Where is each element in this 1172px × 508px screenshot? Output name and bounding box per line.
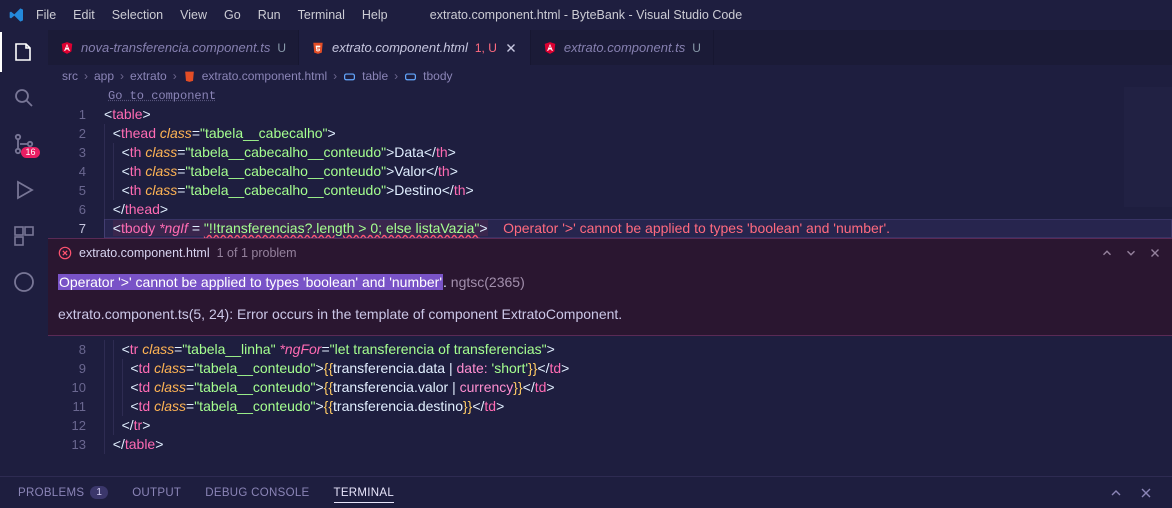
menu-run[interactable]: Run: [258, 8, 281, 22]
editor-tabs: nova-transferencia.component.ts U extrat…: [48, 30, 1172, 65]
minimap[interactable]: [1124, 87, 1172, 237]
html-icon: [311, 41, 325, 55]
panel-tabs: Problems 1 Output Debug Console Terminal: [0, 476, 1172, 508]
chevron-up-icon[interactable]: [1100, 246, 1114, 260]
close-icon[interactable]: [1148, 246, 1162, 260]
activity-bar: 16: [0, 30, 48, 476]
crumb-table[interactable]: table: [362, 69, 388, 83]
tab-nova-transferencia[interactable]: nova-transferencia.component.ts U: [48, 30, 299, 65]
menu-view[interactable]: View: [180, 8, 207, 22]
crumb-extrato[interactable]: extrato: [130, 69, 167, 83]
tab-extrato-ts[interactable]: extrato.component.ts U: [531, 30, 714, 65]
line-gutter: 1 2 3 4 5 6 7: [48, 105, 104, 238]
go-to-component-link[interactable]: Go to component: [48, 87, 1172, 105]
tab-label: nova-transferencia.component.ts: [81, 40, 270, 55]
html-icon: [183, 70, 196, 83]
panel-terminal[interactable]: Terminal: [334, 487, 395, 503]
crumb-file[interactable]: extrato.component.html: [202, 69, 327, 83]
close-panel-icon[interactable]: [1138, 485, 1154, 501]
peek-message: Operator '>' cannot be applied to types …: [58, 274, 443, 290]
tab-extrato-html[interactable]: extrato.component.html 1, U: [299, 30, 531, 65]
menu-help[interactable]: Help: [362, 8, 388, 22]
tab-modified: 1, U: [475, 41, 497, 55]
extensions-icon[interactable]: [12, 224, 36, 248]
source-control-icon[interactable]: 16: [12, 132, 36, 156]
title-bar: File Edit Selection View Go Run Terminal…: [0, 0, 1172, 30]
line-gutter: 8 9 10 11 12 13: [48, 340, 104, 454]
explorer-icon[interactable]: [12, 40, 36, 64]
angular-icon: [543, 41, 557, 55]
error-icon: [58, 246, 72, 260]
inline-error: Operator '>' cannot be applied to types …: [503, 220, 890, 236]
menu-bar: File Edit Selection View Go Run Terminal…: [34, 8, 388, 22]
run-debug-icon[interactable]: [12, 178, 36, 202]
peek-filename: extrato.component.html: [79, 246, 210, 260]
maximize-panel-icon[interactable]: [1108, 485, 1124, 501]
menu-go[interactable]: Go: [224, 8, 241, 22]
peek-error-code: ngtsc(2365): [447, 274, 525, 290]
tab-label: extrato.component.html: [332, 40, 468, 55]
panel-output[interactable]: Output: [132, 487, 181, 499]
code-editor[interactable]: <tr class="tabela__linha" *ngFor="let tr…: [104, 340, 1172, 454]
search-icon[interactable]: [12, 86, 36, 110]
symbol-icon: [404, 70, 417, 83]
breadcrumb[interactable]: src› app› extrato› extrato.component.htm…: [48, 65, 1172, 87]
code-editor[interactable]: <table> <thead class="tabela__cabecalho"…: [104, 105, 1172, 238]
peek-related[interactable]: extrato.component.ts(5, 24): Error occur…: [58, 303, 1162, 325]
tab-status: U: [277, 41, 286, 55]
crumb-src[interactable]: src: [62, 69, 78, 83]
close-icon[interactable]: [504, 41, 518, 55]
chevron-down-icon[interactable]: [1124, 246, 1138, 260]
symbol-icon: [343, 70, 356, 83]
tab-status: U: [692, 41, 701, 55]
vscode-logo: [0, 7, 34, 23]
tab-label: extrato.component.ts: [564, 40, 685, 55]
problem-peek: extrato.component.html 1 of 1 problem Op…: [48, 238, 1172, 336]
peek-count: 1 of 1 problem: [217, 246, 297, 260]
crumb-app[interactable]: app: [94, 69, 114, 83]
panel-debug-console[interactable]: Debug Console: [205, 487, 309, 499]
crumb-tbody[interactable]: tbody: [423, 69, 452, 83]
angular-icon: [60, 41, 74, 55]
scm-badge: 16: [21, 147, 39, 158]
menu-edit[interactable]: Edit: [73, 8, 95, 22]
menu-terminal[interactable]: Terminal: [298, 8, 345, 22]
menu-selection[interactable]: Selection: [112, 8, 163, 22]
problems-count: 1: [90, 486, 108, 499]
menu-file[interactable]: File: [36, 8, 56, 22]
panel-problems[interactable]: Problems 1: [18, 486, 108, 499]
remote-icon[interactable]: [12, 270, 36, 294]
